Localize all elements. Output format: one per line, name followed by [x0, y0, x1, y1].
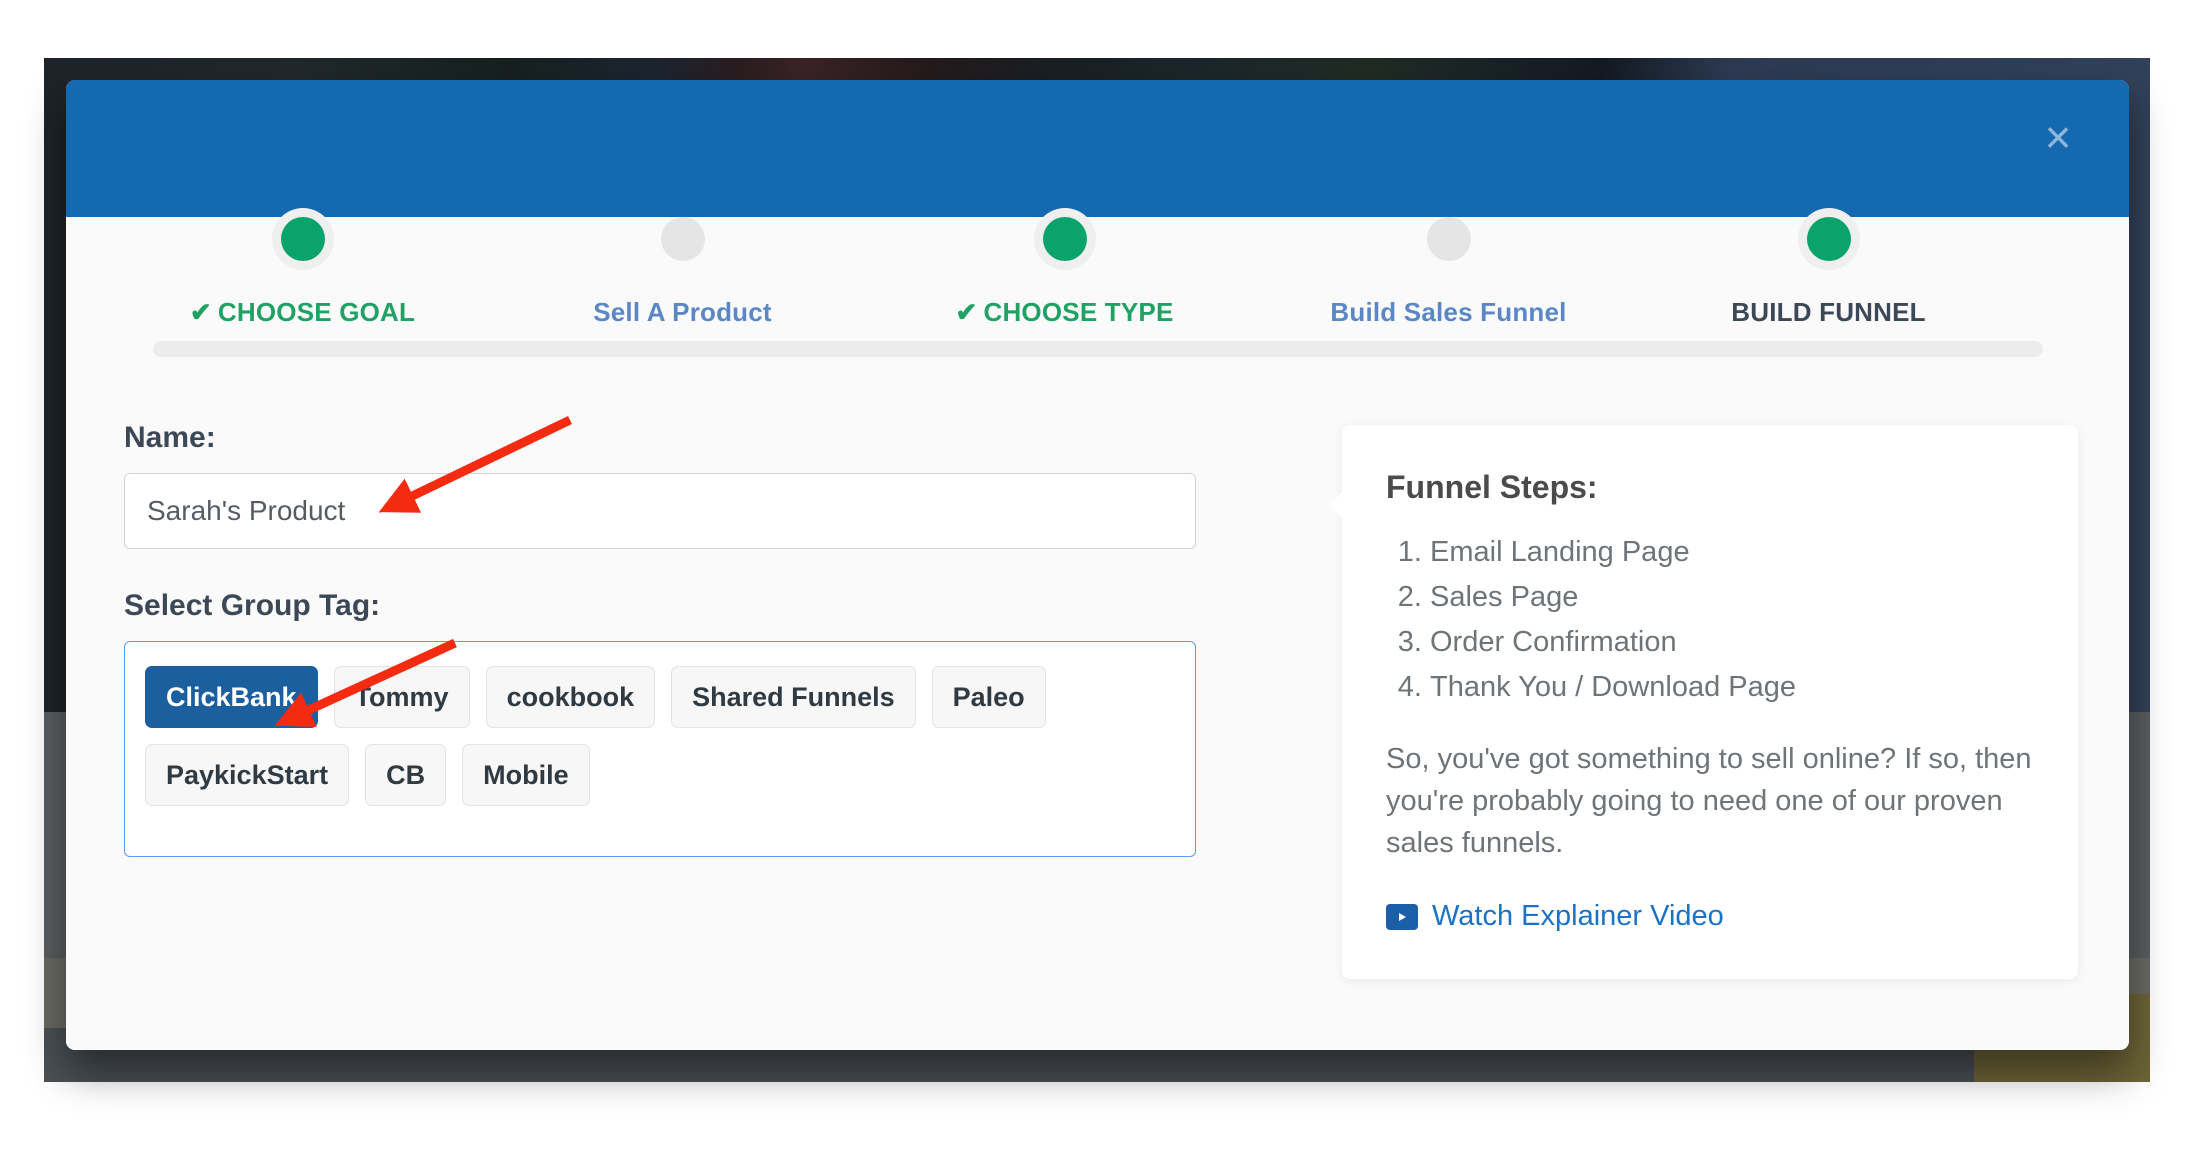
funnel-step-item: Order Confirmation	[1430, 626, 2034, 659]
info-column: Funnel Steps: Email Landing Page Sales P…	[1284, 421, 2085, 980]
funnel-step-item: Email Landing Page	[1430, 536, 2034, 569]
watch-video-label: Watch Explainer Video	[1432, 900, 1724, 933]
step-label-choose-type: ✔ CHOOSE TYPE	[955, 297, 1174, 327]
step-dot-sell-a-product	[660, 217, 705, 261]
step-label-build-funnel: BUILD FUNNEL	[1731, 297, 1926, 327]
step-build-funnel[interactable]: BUILD FUNNEL	[1679, 217, 1979, 328]
tag-mobile[interactable]: Mobile	[462, 744, 590, 806]
tag-paleo[interactable]: Paleo	[931, 666, 1046, 728]
group-tag-label: Select Group Tag:	[124, 589, 381, 622]
step-sell-a-product[interactable]: Sell A Product	[533, 217, 833, 328]
step-choose-goal[interactable]: ✔ CHOOSE GOAL	[153, 217, 453, 328]
modal-header: ×	[66, 80, 2129, 217]
stepper-track	[152, 341, 2043, 357]
funnel-step-item: Sales Page	[1430, 581, 2034, 614]
form-column: Name: Select Group Tag: ClickBank Tommy …	[124, 421, 1284, 979]
step-label-sell-a-product: Sell A Product	[593, 297, 772, 327]
check-icon-choose-type: ✔	[955, 297, 978, 327]
tag-cookbook[interactable]: cookbook	[485, 666, 656, 728]
step-label-choose-goal: ✔ CHOOSE GOAL	[189, 297, 416, 327]
close-icon[interactable]: ×	[2029, 108, 2087, 166]
modal-content: Name: Select Group Tag: ClickBank Tommy …	[66, 421, 2129, 980]
step-dot-build-sales-funnel	[1426, 217, 1471, 261]
funnel-steps-title: Funnel Steps:	[1386, 469, 1598, 505]
tag-shared-funnels[interactable]: Shared Funnels	[671, 666, 916, 728]
funnel-steps-list: Email Landing Page Sales Page Order Conf…	[1430, 536, 2034, 704]
play-video-icon	[1386, 903, 1418, 930]
tag-tommy[interactable]: Tommy	[333, 666, 470, 728]
step-build-sales-funnel[interactable]: Build Sales Funnel	[1299, 217, 1599, 328]
name-input[interactable]	[124, 473, 1196, 549]
watch-explainer-video-link[interactable]: Watch Explainer Video	[1386, 900, 2034, 933]
funnel-description: So, you've got something to sell online?…	[1386, 743, 2032, 860]
screenshot-root: × ✔ CHOOSE GOAL Sell A Product ✔ CHOOSE TY…	[0, 0, 2206, 1159]
step-choose-type[interactable]: ✔ CHOOSE TYPE	[915, 217, 1215, 328]
name-field-label: Name:	[124, 421, 216, 454]
check-icon-choose-goal: ✔	[189, 297, 212, 327]
funnel-info-card: Funnel Steps: Email Landing Page Sales P…	[1328, 425, 2078, 980]
step-dot-build-funnel	[1806, 217, 1851, 261]
group-tag-selector[interactable]: ClickBank Tommy cookbook Shared Funnels …	[124, 641, 1196, 857]
tag-clickbank[interactable]: ClickBank	[145, 666, 318, 728]
funnel-wizard-modal: × ✔ CHOOSE GOAL Sell A Product ✔ CHOOSE TY…	[66, 80, 2129, 1050]
wizard-stepper: ✔ CHOOSE GOAL Sell A Product ✔ CHOOSE TYPE…	[152, 217, 2043, 407]
tag-paykickstart[interactable]: PaykickStart	[145, 744, 350, 806]
step-label-build-sales-funnel: Build Sales Funnel	[1330, 297, 1567, 327]
tag-cb[interactable]: CB	[365, 744, 447, 806]
step-dot-choose-goal	[280, 217, 325, 261]
funnel-step-item: Thank You / Download Page	[1430, 671, 2034, 704]
step-dot-choose-type	[1042, 217, 1087, 261]
modal-body: ✔ CHOOSE GOAL Sell A Product ✔ CHOOSE TYPE…	[66, 217, 2129, 1050]
